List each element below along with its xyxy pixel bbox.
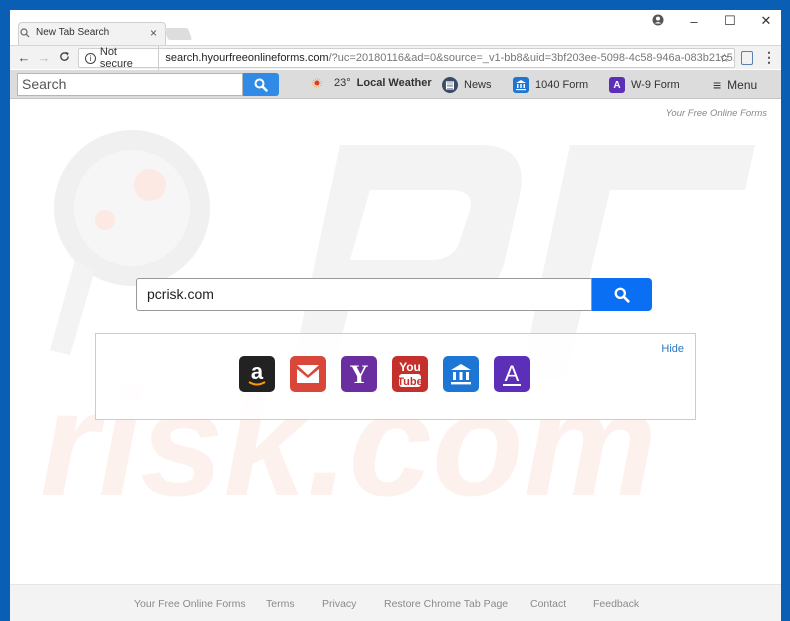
w9-form-label: W-9 Form xyxy=(631,79,680,91)
search-icon xyxy=(614,287,630,303)
tab-title: New Tab Search xyxy=(36,27,110,38)
toolbar-search-input[interactable]: Search xyxy=(17,73,243,96)
info-icon[interactable]: i xyxy=(85,52,96,64)
footer-link-privacy[interactable]: Privacy xyxy=(322,598,356,610)
youtube-icon: You Tube xyxy=(397,360,422,388)
menu-label: Menu xyxy=(727,78,758,92)
quick-links-panel: Hide a Y You Tube A xyxy=(95,333,696,420)
news-label: News xyxy=(464,79,492,91)
weather-link[interactable]: 23° Local Weather xyxy=(312,77,432,89)
forward-button[interactable]: → xyxy=(34,50,54,65)
tile-gmail[interactable] xyxy=(290,356,326,392)
url-host: search.hyourfreeonlineforms.com xyxy=(165,52,329,64)
page-footer: Your Free Online Forms Terms Privacy Res… xyxy=(10,584,781,621)
hamburger-icon: ≡ xyxy=(713,77,722,93)
amazon-icon: a xyxy=(248,359,266,386)
svg-text:A: A xyxy=(505,361,520,386)
footer-link-restore[interactable]: Restore Chrome Tab Page xyxy=(384,598,508,610)
footer-link-feedback[interactable]: Feedback xyxy=(593,598,639,610)
security-label[interactable]: Not secure xyxy=(100,46,160,70)
footer-link-terms[interactable]: Terms xyxy=(266,598,295,610)
tile-amazon[interactable]: a xyxy=(239,356,275,392)
form-1040-link[interactable]: 1040 Form xyxy=(513,77,588,93)
url-path: /?uc=20180116&ad=0&source=_v1-bb8&uid=3b… xyxy=(328,52,734,64)
browser-toolbar: ← → i Not secure search.hyourfreeonlinef… xyxy=(10,45,781,70)
new-tab-button[interactable] xyxy=(163,28,193,40)
close-window-button[interactable]: ✕ xyxy=(748,13,781,29)
extension-icon[interactable] xyxy=(741,51,753,65)
extension-toolbar: Search 23° Local Weather ▤ News 1040 For… xyxy=(10,70,781,99)
tab-strip: New Tab Search × – ☐ ✕ xyxy=(10,10,781,46)
reload-icon xyxy=(59,51,69,61)
letter-a-icon: A xyxy=(503,361,521,386)
news-link[interactable]: ▤ News xyxy=(442,77,492,93)
w9-form-link[interactable]: A W-9 Form xyxy=(609,77,680,93)
minimize-button[interactable]: – xyxy=(676,14,712,29)
news-icon: ▤ xyxy=(442,77,458,93)
weather-label: Local Weather xyxy=(356,77,432,89)
bank-icon xyxy=(513,77,529,93)
footer-link-contact[interactable]: Contact xyxy=(530,598,566,610)
tile-w9[interactable]: A xyxy=(494,356,530,392)
sun-icon xyxy=(312,78,322,88)
form-1040-label: 1040 Form xyxy=(535,79,589,91)
main-search-input[interactable]: pcrisk.com xyxy=(136,278,592,311)
url-text[interactable]: search.hyourfreeonlineforms.com/?uc=2018… xyxy=(165,52,734,64)
chrome-menu-icon[interactable]: ⋮ xyxy=(762,49,776,66)
address-bar[interactable]: i Not secure search.hyourfreeonlineforms… xyxy=(78,46,735,70)
maximize-button[interactable]: ☐ xyxy=(712,13,748,29)
letter-a-icon: A xyxy=(609,77,625,93)
yahoo-icon: Y xyxy=(350,360,369,388)
account-icon[interactable] xyxy=(640,14,676,29)
svg-text:You: You xyxy=(399,360,421,374)
bank-icon xyxy=(451,364,471,385)
svg-text:Y: Y xyxy=(350,360,369,388)
svg-text:Tube: Tube xyxy=(397,376,422,388)
browser-window: New Tab Search × – ☐ ✕ ← → i Not secure … xyxy=(10,10,781,621)
tile-yahoo[interactable]: Y xyxy=(341,356,377,392)
search-icon xyxy=(254,78,268,92)
back-button[interactable]: ← xyxy=(14,50,34,65)
tab-close-button[interactable]: × xyxy=(150,26,157,40)
mail-icon xyxy=(297,365,319,383)
reload-button[interactable] xyxy=(54,50,74,65)
svg-text:a: a xyxy=(251,359,264,384)
tile-irs[interactable] xyxy=(443,356,479,392)
tile-youtube[interactable]: You Tube xyxy=(392,356,428,392)
menu-button[interactable]: ≡ Menu xyxy=(713,77,757,93)
page-content: risk.com Your Free Online Forms pcrisk.c… xyxy=(10,100,781,621)
weather-temp: 23° xyxy=(334,77,351,89)
main-search-button[interactable] xyxy=(592,278,652,311)
brand-label: Your Free Online Forms xyxy=(665,108,767,119)
hide-link[interactable]: Hide xyxy=(661,343,684,355)
search-icon xyxy=(20,27,30,37)
footer-link-brand[interactable]: Your Free Online Forms xyxy=(134,598,246,610)
bookmark-star-icon[interactable]: ☆ xyxy=(719,51,730,65)
toolbar-search-button[interactable] xyxy=(243,73,279,96)
